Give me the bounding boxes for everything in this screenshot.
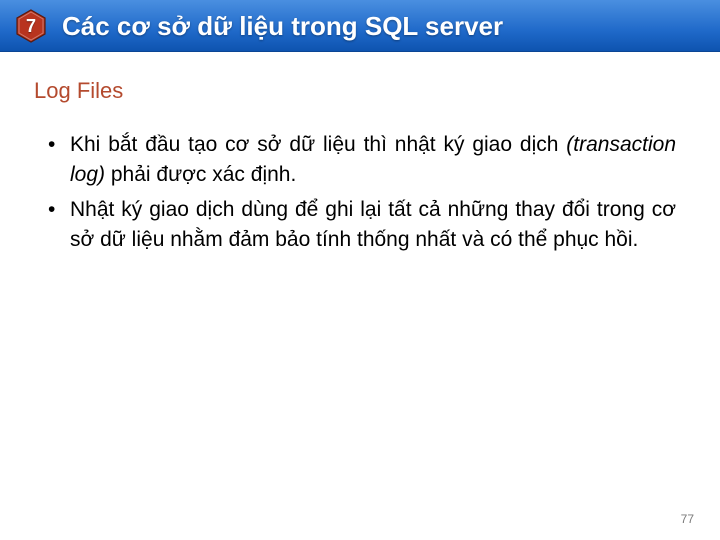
section-badge: 7 xyxy=(14,9,48,43)
bullet-text-pre: Nhật ký giao dịch dùng để ghi lại tất cả… xyxy=(70,198,676,251)
bullet-text-post: phải được xác định. xyxy=(105,163,296,186)
list-item: Nhật ký giao dịch dùng để ghi lại tất cả… xyxy=(44,195,676,256)
list-item: Khi bắt đầu tạo cơ sở dữ liệu thì nhật k… xyxy=(44,130,676,191)
bullet-text-pre: Khi bắt đầu tạo cơ sở dữ liệu thì nhật k… xyxy=(70,133,566,156)
slide-title-bar: 7 Các cơ sở dữ liệu trong SQL server xyxy=(0,0,720,52)
bullet-list: Khi bắt đầu tạo cơ sở dữ liệu thì nhật k… xyxy=(44,130,676,256)
section-number: 7 xyxy=(14,9,48,43)
page-number: 77 xyxy=(681,512,694,526)
slide-title: Các cơ sở dữ liệu trong SQL server xyxy=(62,11,503,42)
slide-subtitle: Log Files xyxy=(34,78,720,104)
